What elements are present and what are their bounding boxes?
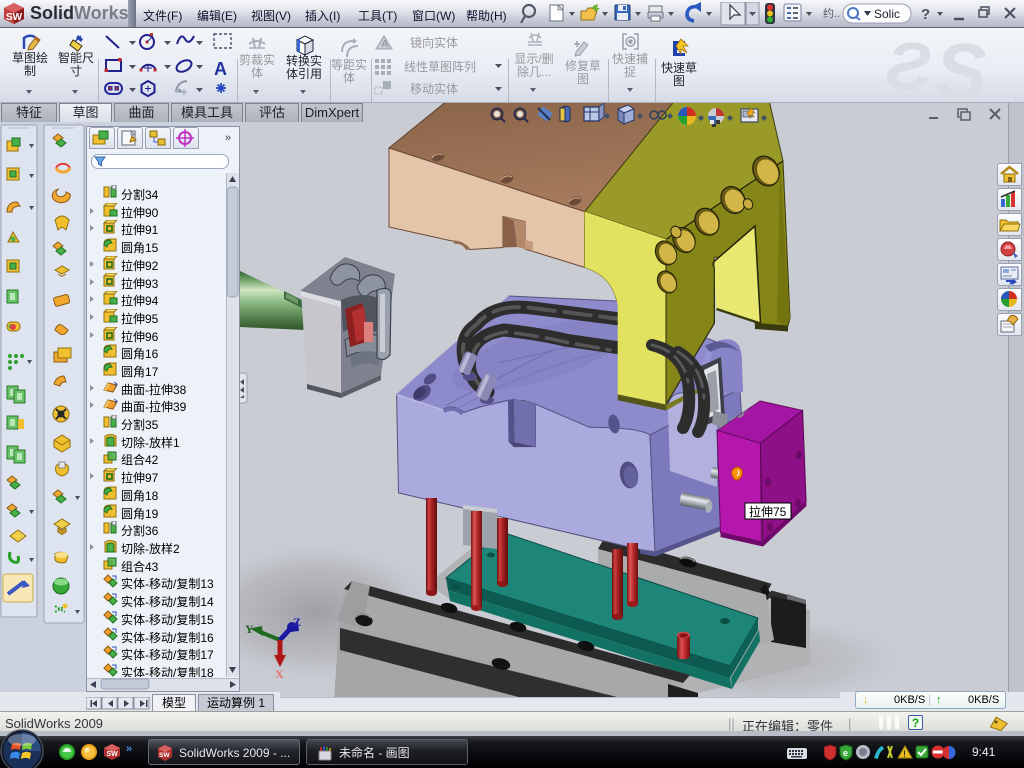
svg-text:S: S: [935, 28, 987, 102]
svg-text:X: X: [275, 667, 284, 681]
svg-text:Y: Y: [245, 622, 254, 636]
svg-text:拉伸75: 拉伸75: [749, 504, 787, 519]
svg-text:?: ?: [921, 6, 930, 23]
svg-text:SW: SW: [6, 12, 23, 23]
svg-text:约..: 约..: [823, 7, 840, 20]
svg-text:A: A: [382, 39, 389, 50]
svg-text:e: e: [843, 748, 848, 758]
svg-text:Z: Z: [293, 615, 301, 629]
svg-text:A: A: [214, 59, 227, 79]
svg-text:»: »: [126, 743, 132, 755]
svg-text:!: !: [903, 749, 906, 759]
svg-text:Solic: Solic: [874, 7, 900, 21]
svg-text:Ƨ: Ƨ: [885, 29, 931, 102]
svg-text:SW: SW: [107, 751, 119, 758]
svg-text:SW: SW: [159, 752, 170, 759]
